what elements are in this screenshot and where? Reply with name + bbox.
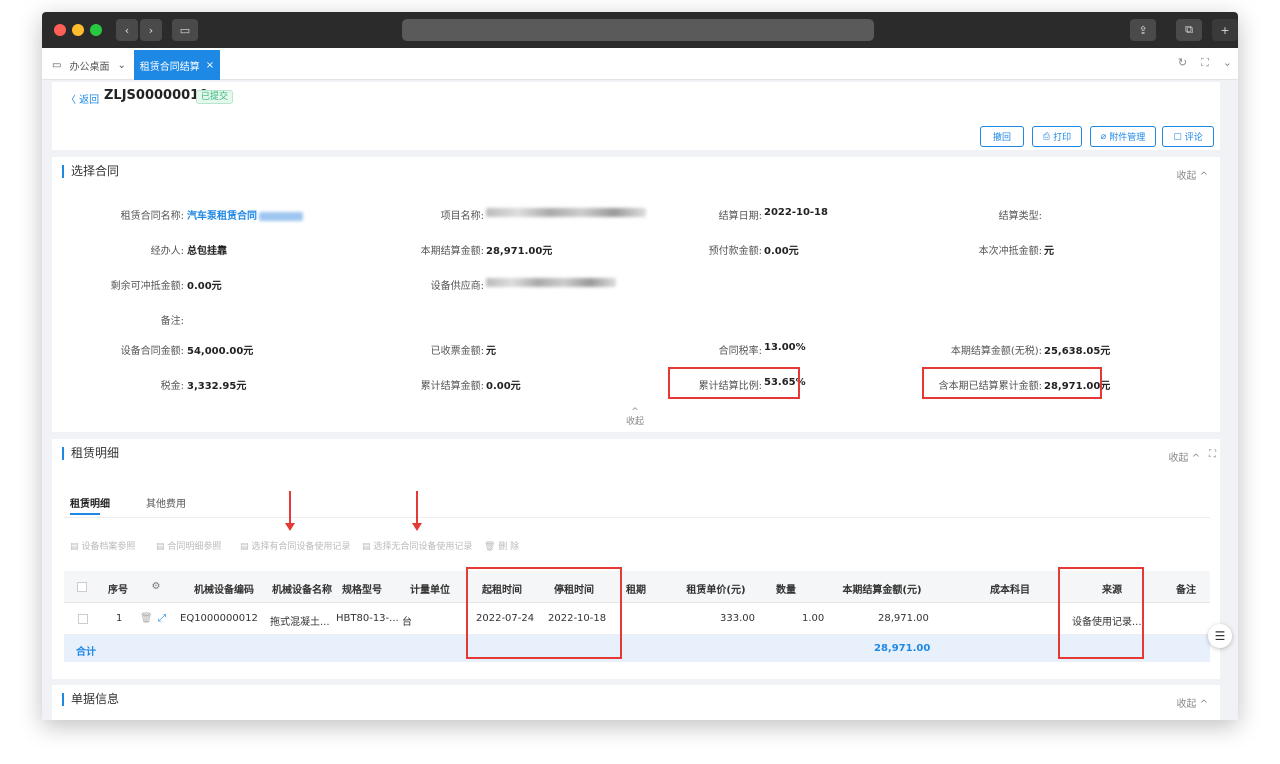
section-title: 选择合同 — [62, 165, 119, 178]
status-badge: 已提交 — [196, 90, 234, 104]
print-button[interactable]: ⎙ 打印 — [1032, 126, 1082, 147]
title-bar: ‹ › ▭ ⇪ ⧉ + — [42, 12, 1238, 48]
document-code: ZLJS00000010 — [104, 88, 209, 103]
close-tab-icon[interactable]: × — [206, 60, 214, 71]
document-header: 〈 返回 ZLJS00000010 已提交 撤回 ⎙ 打印 ⌀ 附件管理 ▢ 评论 — [52, 82, 1220, 150]
tool-contract-ref[interactable]: ▤ 合同明细参照 — [156, 539, 221, 552]
table-header: 序号 ⚙ 机械设备编码 机械设备名称 规格型号 计量单位 起租时间 停租时间 租… — [64, 571, 1210, 603]
collapse-button[interactable]: 收起 ^ — [1168, 449, 1200, 464]
chevron-down-icon[interactable]: ⌄ — [117, 60, 125, 71]
withdraw-button[interactable]: 撤回 — [980, 126, 1024, 147]
tab-underline — [70, 513, 100, 515]
fullscreen-icon[interactable]: ⛶ — [1201, 56, 1209, 70]
rental-detail-section: 租赁明细 收起 ^ ⛶ 租赁明细 其他费用 ▤ 设备档案参照 ▤ 合同明细参照 … — [52, 439, 1220, 679]
minimize-window-button[interactable] — [72, 24, 84, 36]
table-row[interactable]: 1 🗑 ⤢ EQ1000000012 拖式混凝土... HBT80-13-...… — [64, 603, 1210, 635]
tabs-overview-icon[interactable]: ⧉ — [1176, 19, 1202, 41]
attachment-button[interactable]: ⌀ 附件管理 — [1090, 126, 1156, 147]
highlight-box — [466, 567, 622, 659]
tab-home[interactable]: ▭ 办公桌面 ⌄ — [52, 58, 126, 73]
share-icon[interactable]: ⇪ — [1130, 19, 1156, 41]
tool-equipment-ref[interactable]: ▤ 设备档案参照 — [70, 539, 135, 552]
settings-sliders-icon[interactable]: ☰ — [1208, 624, 1232, 648]
gear-icon[interactable]: ⚙ — [152, 581, 161, 592]
close-window-button[interactable] — [54, 24, 66, 36]
tab-rental-detail[interactable]: 租赁明细 — [70, 495, 110, 510]
red-arrow — [416, 491, 418, 523]
maximize-window-button[interactable] — [90, 24, 102, 36]
document-icon: ▤ — [240, 542, 252, 552]
tool-delete[interactable]: 🗑 删 除 — [484, 539, 519, 552]
document-info-section: 单据信息 收起 ^ — [52, 685, 1220, 720]
trash-icon[interactable]: 🗑 — [140, 613, 153, 624]
chevron-down-icon[interactable]: ⌄ — [1223, 56, 1232, 70]
browser-window: ‹ › ▭ ⇪ ⧉ + ▭ 办公桌面 ⌄ 租赁合同结算 × ↻ ⛶ ⌄ 〈 返回 ZLJS… — [42, 12, 1238, 720]
row-checkbox[interactable] — [78, 614, 88, 624]
contract-name-link[interactable]: 汽车泵租赁合同 — [187, 207, 303, 222]
trash-icon: 🗑 — [484, 542, 499, 552]
paperclip-icon: ⌀ — [1100, 131, 1107, 142]
expand-icon[interactable]: ⛶ — [1209, 449, 1216, 460]
document-icon: ▤ — [156, 542, 168, 552]
forward-nav-icon[interactable]: › — [140, 19, 162, 41]
app-tab-bar: ▭ 办公桌面 ⌄ 租赁合同结算 × ↻ ⛶ ⌄ — [42, 48, 1238, 80]
print-icon: ⎙ — [1042, 131, 1051, 142]
document-icon: ▤ — [70, 542, 82, 552]
highlight-box — [668, 367, 800, 399]
red-arrow-head — [412, 523, 422, 531]
contract-section: 选择合同 收起 ^ 租赁合同名称: 汽车泵租赁合同 项目名称: 结算日期: 20… — [52, 157, 1220, 432]
tool-with-contract-records[interactable]: ▤ 选择有合同设备使用记录 — [240, 539, 350, 552]
select-all-checkbox[interactable] — [77, 582, 87, 592]
tool-no-contract-records[interactable]: ▤ 选择无合同设备使用记录 — [362, 539, 472, 552]
table-total-row: 合计 28,971.00 — [64, 635, 1210, 662]
comment-button[interactable]: ▢ 评论 — [1162, 126, 1214, 147]
section-title: 单据信息 — [62, 693, 119, 706]
url-bar[interactable] — [402, 19, 874, 41]
collapse-button[interactable]: 收起 ^ — [1176, 167, 1208, 182]
desktop-icon: ▭ — [52, 60, 62, 71]
redacted-project — [486, 207, 646, 217]
comment-icon: ▢ — [1173, 131, 1182, 142]
highlight-box — [922, 367, 1102, 399]
red-arrow — [289, 491, 291, 523]
collapse-toggle[interactable]: ^ 收起 — [626, 407, 644, 427]
section-title: 租赁明细 — [62, 447, 119, 460]
red-arrow-head — [285, 523, 295, 531]
back-link[interactable]: 〈 返回 — [66, 91, 99, 106]
tab-settlement[interactable]: 租赁合同结算 × — [134, 50, 220, 80]
refresh-icon[interactable]: ↻ — [1178, 56, 1187, 70]
highlight-box — [1058, 567, 1144, 659]
tab-other-fees[interactable]: 其他费用 — [146, 495, 186, 510]
edit-icon[interactable]: ⤢ — [158, 613, 166, 624]
new-tab-icon[interactable]: + — [1212, 19, 1238, 41]
back-nav-icon[interactable]: ‹ — [116, 19, 138, 41]
redacted-supplier — [486, 277, 616, 287]
collapse-button[interactable]: 收起 ^ — [1176, 695, 1208, 710]
document-icon: ▤ — [362, 542, 374, 552]
sidebar-toggle-icon[interactable]: ▭ — [172, 19, 198, 41]
